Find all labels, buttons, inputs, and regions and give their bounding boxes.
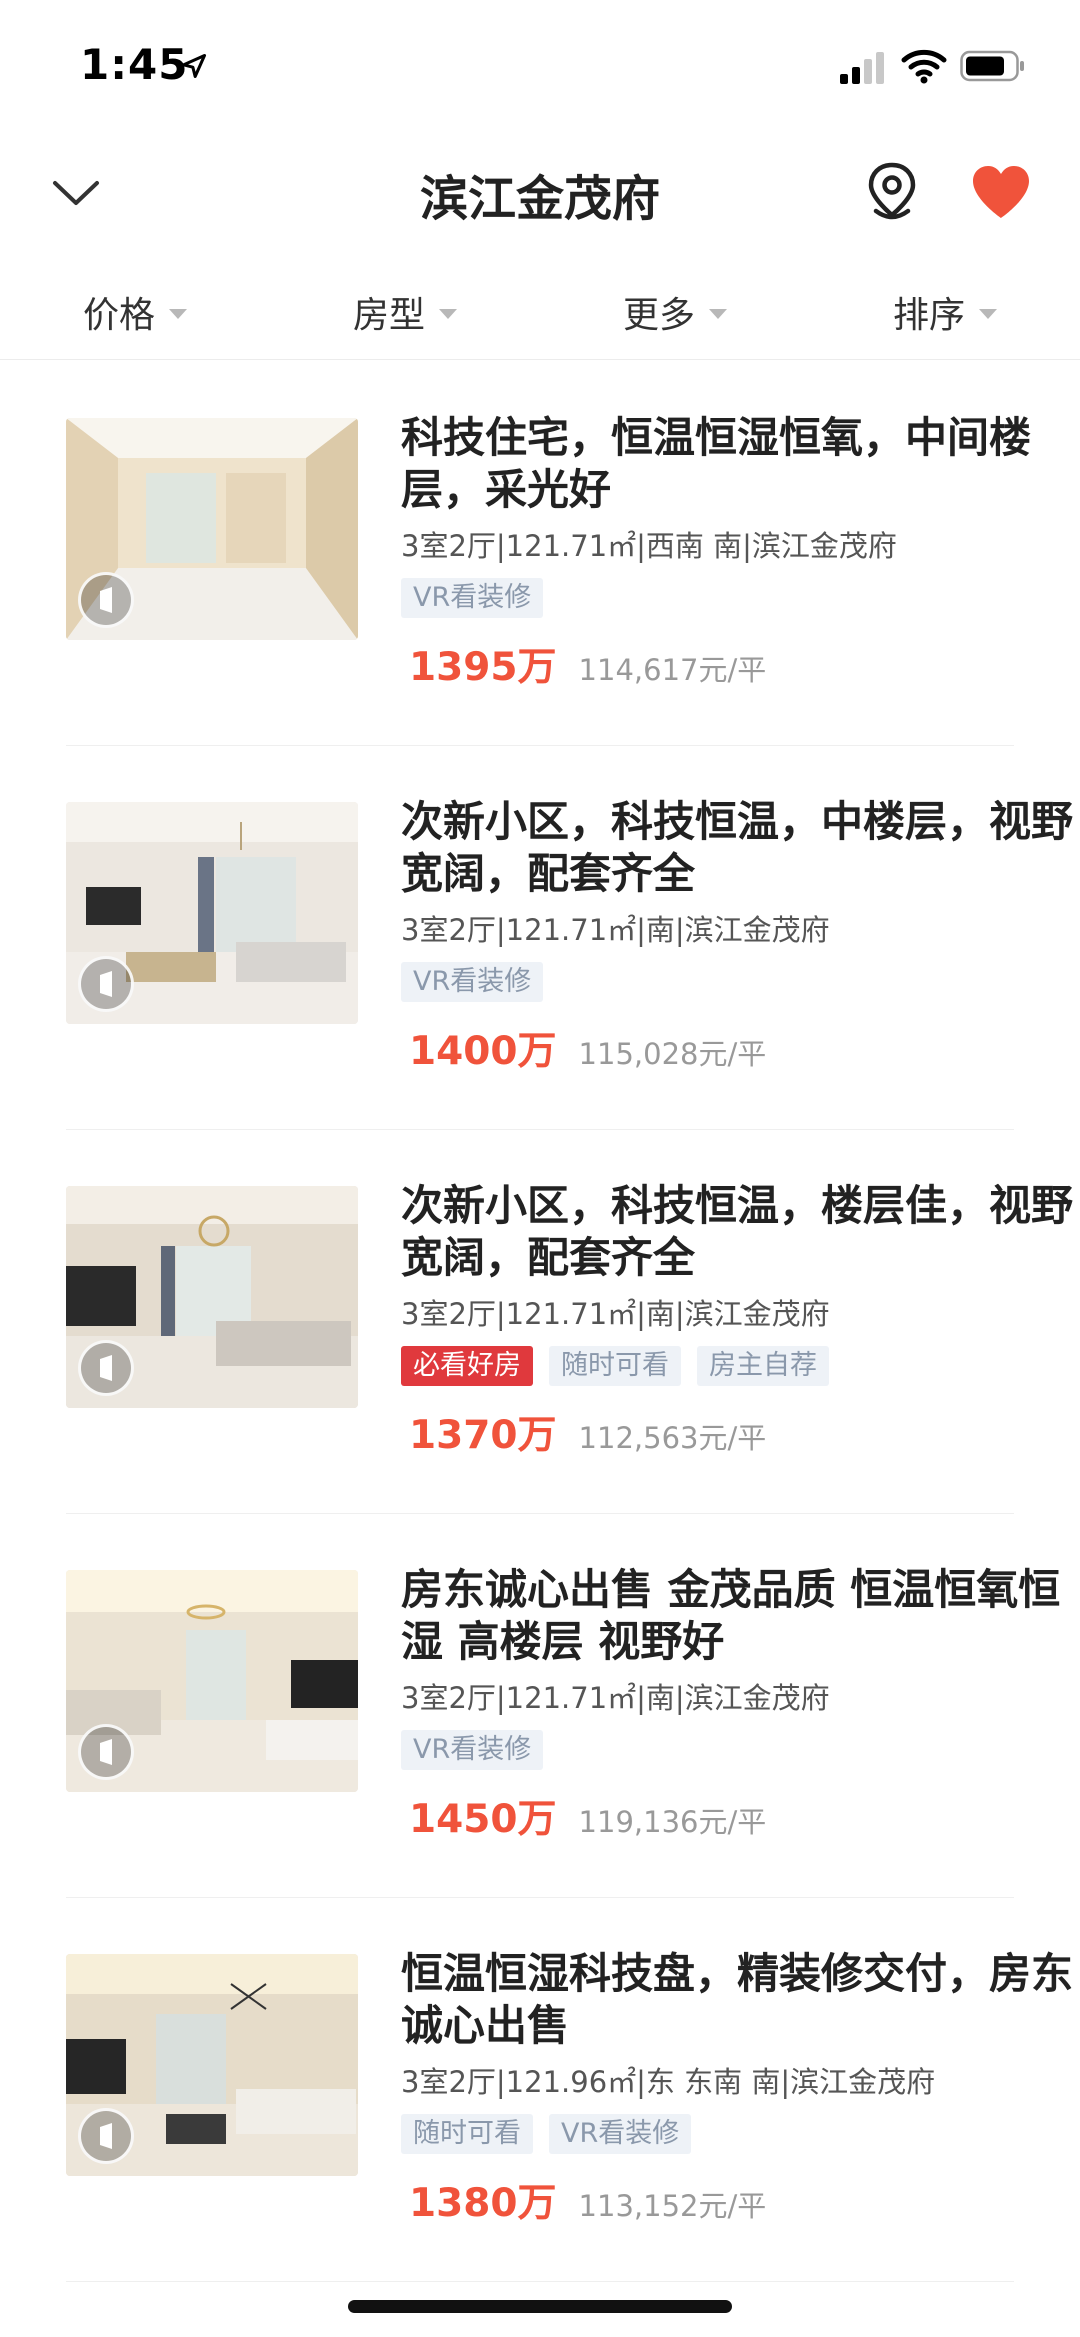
listing-card[interactable]: 科技住宅，恒温恒湿恒氧，中间楼层，采光好 3室2厅|121.71㎡|西南 南|滨… — [66, 362, 1031, 746]
listing-info: 房东诚心出售 金茂品质 恒温恒氧恒湿 高楼层 视野好 3室2厅|121.71㎡|… — [401, 1564, 1080, 1844]
map-pin-icon[interactable] — [862, 161, 922, 225]
unit-price: 113,152元/平 — [578, 2189, 767, 2223]
unit-price: 119,136元/平 — [578, 1805, 767, 1839]
price-row: 1400万 115,028元/平 — [401, 1020, 1080, 1076]
caret-down-icon — [709, 309, 727, 319]
listing-info: 恒温恒湿科技盘，精装修交付，房东诚心出售 3室2厅|121.96㎡|东 东南 南… — [401, 1948, 1080, 2228]
total-price: 1400万 — [409, 1029, 557, 1074]
total-price: 1370万 — [409, 1413, 557, 1458]
filter-more[interactable]: 更多 — [540, 265, 810, 359]
listing-specs: 3室2厅|121.71㎡|南|滨江金茂府 — [401, 1681, 830, 1715]
vr-icon — [78, 1340, 134, 1396]
listing-title: 房东诚心出售 金茂品质 恒温恒氧恒湿 高楼层 视野好 — [401, 1565, 1061, 1666]
listing-info: 科技住宅，恒温恒湿恒氧，中间楼层，采光好 3室2厅|121.71㎡|西南 南|滨… — [401, 412, 1080, 692]
tag-badge: VR看装修 — [401, 962, 544, 1002]
listing-title: 恒温恒湿科技盘，精装修交付，房东诚心出售 — [401, 1949, 1074, 2050]
tag-badge: VR看装修 — [401, 1730, 544, 1770]
nav-header: 滨江金茂府 — [0, 135, 1080, 250]
tag-badge: VR看装修 — [401, 578, 544, 618]
filter-price[interactable]: 价格 — [0, 265, 270, 359]
listing-title: 次新小区，科技恒温，中楼层，视野宽阔，配套齐全 — [401, 797, 1074, 898]
tag-list: 必看好房 随时可看 房主自荐 — [401, 1346, 1080, 1386]
status-bar: 1:45 — [0, 0, 1080, 135]
listing-card[interactable]: 次新小区，科技恒温，楼层佳，视野宽阔，配套齐全 3室2厅|121.71㎡|南|滨… — [66, 1130, 1073, 1514]
unit-price: 112,563元/平 — [578, 1421, 767, 1455]
listing-title: 科技住宅，恒温恒湿恒氧，中间楼层，采光好 — [401, 413, 1032, 514]
total-price: 1380万 — [409, 2181, 557, 2226]
tag-badge: 随时可看 — [401, 2114, 533, 2154]
filter-label: 排序 — [892, 295, 965, 336]
price-row: 1395万 114,617元/平 — [401, 636, 1080, 692]
listing-photo[interactable] — [66, 1186, 358, 1408]
heart-icon[interactable] — [970, 163, 1032, 221]
listing-specs: 3室2厅|121.71㎡|南|滨江金茂府 — [401, 1297, 830, 1331]
caret-down-icon — [979, 309, 997, 319]
tag-list: 随时可看 VR看装修 — [401, 2114, 1080, 2154]
filter-label: 更多 — [622, 295, 695, 336]
tag-badge: 随时可看 — [549, 1346, 681, 1386]
listing-specs: 3室2厅|121.71㎡|西南 南|滨江金茂府 — [401, 529, 897, 563]
location-arrow-icon — [181, 53, 207, 79]
listing-card[interactable]: 恒温恒湿科技盘，精装修交付，房东诚心出售 3室2厅|121.96㎡|东 东南 南… — [66, 1898, 1073, 2282]
filter-layout[interactable]: 房型 — [270, 265, 540, 359]
listing-photo[interactable] — [66, 1954, 358, 2176]
tag-badge: VR看装修 — [549, 2114, 692, 2154]
total-price: 1395万 — [409, 645, 557, 690]
caret-down-icon — [169, 309, 187, 319]
vr-icon — [78, 1724, 134, 1780]
tag-badge-hot: 必看好房 — [401, 1346, 533, 1386]
listing-info: 次新小区，科技恒温，中楼层，视野宽阔，配套齐全 3室2厅|121.71㎡|南|滨… — [401, 796, 1080, 1076]
vr-icon — [78, 956, 134, 1012]
unit-price: 115,028元/平 — [578, 1037, 767, 1071]
filter-label: 价格 — [82, 295, 155, 336]
tag-list: VR看装修 — [401, 962, 1080, 1002]
total-price: 1450万 — [409, 1797, 557, 1842]
filter-label: 房型 — [352, 295, 425, 336]
unit-price: 114,617元/平 — [578, 653, 767, 687]
listing-title: 次新小区，科技恒温，楼层佳，视野宽阔，配套齐全 — [401, 1181, 1074, 1282]
filter-bar: 价格 房型 更多 排序 — [0, 265, 1080, 360]
listing-info: 次新小区，科技恒温，楼层佳，视野宽阔，配套齐全 3室2厅|121.71㎡|南|滨… — [401, 1180, 1080, 1460]
listing-card[interactable]: 房东诚心出售 金茂品质 恒温恒氧恒湿 高楼层 视野好 3室2厅|121.71㎡|… — [66, 1514, 1060, 1898]
status-time: 1:45 — [80, 40, 189, 89]
listing-list: 科技住宅，恒温恒湿恒氧，中间楼层，采光好 3室2厅|121.71㎡|西南 南|滨… — [0, 362, 1080, 2282]
tag-list: VR看装修 — [401, 578, 1080, 618]
caret-down-icon — [439, 309, 457, 319]
tag-badge: 房主自荐 — [697, 1346, 829, 1386]
battery-icon — [960, 50, 1024, 82]
home-indicator[interactable] — [348, 2300, 732, 2313]
vr-icon — [78, 2108, 134, 2164]
listing-photo[interactable] — [66, 802, 358, 1024]
listing-card[interactable]: 次新小区，科技恒温，中楼层，视野宽阔，配套齐全 3室2厅|121.71㎡|南|滨… — [66, 746, 1073, 1130]
listing-photo[interactable] — [66, 418, 358, 640]
price-row: 1380万 113,152元/平 — [401, 2172, 1080, 2228]
listing-photo[interactable] — [66, 1570, 358, 1792]
listing-specs: 3室2厅|121.71㎡|南|滨江金茂府 — [401, 913, 830, 947]
vr-icon — [78, 572, 134, 628]
wifi-icon — [901, 49, 947, 84]
listing-specs: 3室2厅|121.96㎡|东 东南 南|滨江金茂府 — [401, 2065, 936, 2099]
cellular-signal-icon — [840, 52, 884, 84]
tag-list: VR看装修 — [401, 1730, 1080, 1770]
price-row: 1370万 112,563元/平 — [401, 1404, 1080, 1460]
filter-sort[interactable]: 排序 — [810, 265, 1080, 359]
price-row: 1450万 119,136元/平 — [401, 1788, 1080, 1844]
